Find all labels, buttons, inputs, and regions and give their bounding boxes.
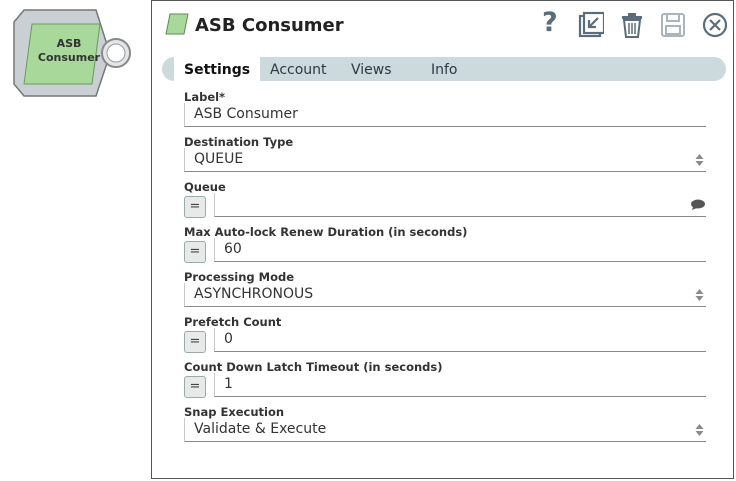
destination-type-label: Destination Type bbox=[184, 135, 294, 149]
latch-timeout-label: Count Down Latch Timeout (in seconds) bbox=[184, 360, 443, 374]
prefetch-count-expression-toggle[interactable]: = bbox=[184, 331, 206, 353]
snap-execution-select[interactable]: Validate & Execute bbox=[184, 418, 706, 442]
tab-settings[interactable]: Settings bbox=[174, 57, 260, 81]
max-auto-lock-field: Max Auto-lock Renew Duration (in seconds… bbox=[184, 222, 706, 267]
queue-label: Queue bbox=[184, 180, 226, 194]
select-arrows-icon bbox=[695, 424, 704, 436]
queue-input[interactable] bbox=[214, 193, 706, 217]
queue-field: Queue = bbox=[184, 177, 706, 222]
max-auto-lock-label: Max Auto-lock Renew Duration (in seconds… bbox=[184, 225, 468, 239]
label-field-label: Label* bbox=[184, 90, 226, 104]
snap-execution-value: Validate & Execute bbox=[194, 421, 327, 437]
help-icon[interactable]: ? bbox=[542, 7, 558, 38]
processing-mode-label: Processing Mode bbox=[184, 270, 295, 284]
destination-type-field: Destination Type QUEUE bbox=[184, 132, 706, 177]
latch-timeout-input[interactable]: 1 bbox=[214, 373, 706, 397]
tab-account[interactable]: Account bbox=[270, 57, 327, 81]
prefetch-count-label: Prefetch Count bbox=[184, 315, 282, 329]
latch-timeout-expression-toggle[interactable]: = bbox=[184, 376, 206, 398]
max-auto-lock-expression-toggle[interactable]: = bbox=[184, 241, 206, 263]
processing-mode-value: ASYNCHRONOUS bbox=[194, 286, 314, 302]
snap-node[interactable]: ASB Consumer bbox=[12, 8, 136, 100]
tab-views[interactable]: Views bbox=[351, 57, 392, 81]
dialog-title: ASB Consumer bbox=[195, 15, 344, 36]
settings-form: Label* ASB Consumer Destination Type QUE… bbox=[184, 87, 706, 447]
processing-mode-field: Processing Mode ASYNCHRONOUS bbox=[184, 267, 706, 312]
label-input[interactable]: ASB Consumer bbox=[184, 103, 706, 127]
label-field: Label* ASB Consumer bbox=[184, 87, 706, 132]
queue-expression-toggle[interactable]: = bbox=[184, 196, 206, 218]
close-icon[interactable] bbox=[701, 11, 729, 39]
prefetch-count-input[interactable]: 0 bbox=[214, 328, 706, 352]
snap-execution-label: Snap Execution bbox=[184, 405, 285, 419]
snap-parallelogram-icon bbox=[165, 13, 189, 35]
max-auto-lock-input[interactable]: 60 bbox=[214, 238, 706, 262]
max-auto-lock-value: 60 bbox=[224, 241, 242, 257]
snap-settings-dialog: ASB Consumer ? Settings Account Views In… bbox=[151, 0, 734, 479]
snap-execution-field: Snap Execution Validate & Execute bbox=[184, 402, 706, 447]
tab-info[interactable]: Info bbox=[431, 57, 458, 81]
prefetch-count-field: Prefetch Count = 0 bbox=[184, 312, 706, 357]
select-arrows-icon bbox=[695, 289, 704, 301]
trash-icon[interactable] bbox=[620, 11, 644, 39]
dialog-header: ASB Consumer ? bbox=[152, 1, 733, 51]
suggest-bubble-icon[interactable] bbox=[690, 199, 706, 211]
latch-timeout-value: 1 bbox=[224, 376, 233, 392]
select-arrows-icon bbox=[695, 154, 704, 166]
label-input-value: ASB Consumer bbox=[194, 106, 298, 122]
latch-timeout-field: Count Down Latch Timeout (in seconds) = … bbox=[184, 357, 706, 402]
processing-mode-select[interactable]: ASYNCHRONOUS bbox=[184, 283, 706, 307]
expand-icon[interactable] bbox=[578, 11, 604, 39]
destination-type-select[interactable]: QUEUE bbox=[184, 148, 706, 172]
save-icon[interactable] bbox=[660, 11, 686, 39]
tab-bar: Settings Account Views Info bbox=[162, 57, 726, 81]
snap-node-label: ASB Consumer bbox=[37, 37, 101, 64]
prefetch-count-value: 0 bbox=[224, 331, 233, 347]
destination-type-value: QUEUE bbox=[194, 151, 244, 167]
